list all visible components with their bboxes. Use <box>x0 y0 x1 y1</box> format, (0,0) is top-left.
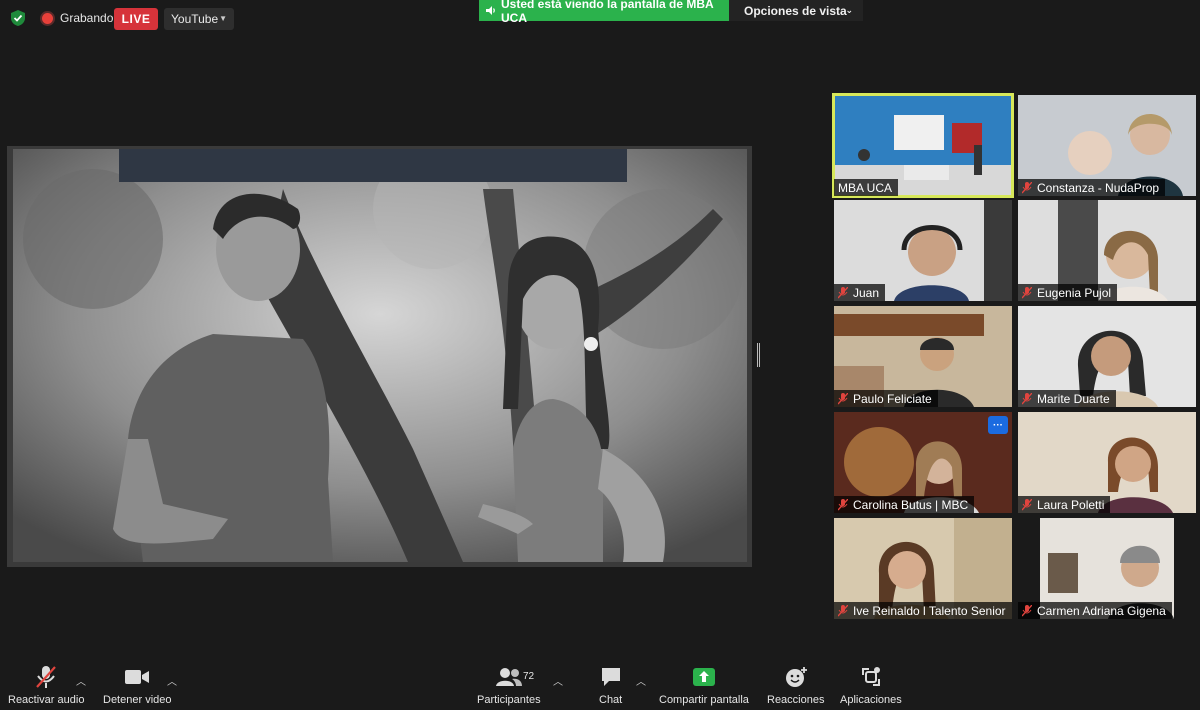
participant-tile[interactable]: Paulo Feliciate <box>834 306 1012 407</box>
participant-name-label: Paulo Feliciate <box>834 390 938 407</box>
shared-photo <box>13 149 747 562</box>
reactions-icon <box>785 667 807 687</box>
reactions-button[interactable]: Reacciones <box>767 665 824 706</box>
viewing-screen-banner: Usted está viendo la pantalla de MBA UCA <box>479 0 729 25</box>
participant-name-label: Marite Duarte <box>1018 390 1116 407</box>
participant-tile[interactable]: Marite Duarte <box>1018 306 1196 407</box>
participant-name-label: Juan <box>834 284 886 301</box>
mic-muted-icon <box>1022 286 1032 298</box>
viewing-banner-text: Usted está viendo la pantalla de MBA UCA <box>501 0 714 25</box>
record-icon <box>42 13 53 24</box>
stop-video-label: Detener video <box>103 694 172 706</box>
participant-tile[interactable]: Ive Reinaldo l Talento Senior <box>834 518 1012 619</box>
chevron-up-icon[interactable]: ︿ <box>636 673 646 688</box>
mic-muted-icon <box>838 498 848 510</box>
participant-count: 72 <box>523 671 535 682</box>
chevron-up-icon[interactable]: ︿ <box>167 673 177 688</box>
mic-muted-icon <box>1022 392 1032 404</box>
stop-video-button[interactable]: Detener video <box>103 665 172 706</box>
participant-name-label: Eugenia Pujol <box>1018 284 1118 301</box>
stream-target-dropdown[interactable]: YouTube ▼ <box>164 8 234 30</box>
chevron-down-icon: ⌄ <box>845 5 853 15</box>
chat-icon <box>601 668 620 686</box>
participant-name-label: Ive Reinaldo l Talento Senior <box>834 602 1012 619</box>
participant-name-label: Constanza - NudaProp <box>1018 179 1166 196</box>
participant-tile[interactable]: Carmen Adriana Gigena <box>1018 518 1196 619</box>
apps-icon <box>861 667 880 686</box>
mic-muted-icon <box>838 392 848 404</box>
participant-name-label: MBA UCA <box>834 179 899 196</box>
reactions-label: Reacciones <box>767 694 825 706</box>
stream-target-label: YouTube <box>171 12 219 26</box>
unmute-label: Reactivar audio <box>8 694 85 706</box>
participants-icon <box>495 668 522 686</box>
participant-tile[interactable]: Juan <box>834 200 1012 301</box>
participant-tile[interactable]: Eugenia Pujol <box>1018 200 1196 301</box>
resize-handle[interactable] <box>757 343 760 367</box>
chevron-up-icon[interactable]: ︿ <box>553 673 563 688</box>
mic-muted-icon <box>36 666 57 688</box>
chat-button[interactable]: Chat <box>599 665 622 706</box>
participant-tile[interactable]: Laura Poletti <box>1018 412 1196 513</box>
unmute-button[interactable]: Reactivar audio <box>8 665 84 706</box>
chevron-up-icon[interactable]: ︿ <box>76 673 86 688</box>
mic-muted-icon <box>838 286 848 298</box>
chat-label: Chat <box>599 694 623 706</box>
chevron-down-icon: ▼ <box>219 14 227 23</box>
mic-muted-icon <box>1022 498 1032 510</box>
share-screen-label: Compartir pantalla <box>659 694 749 706</box>
security-shield-icon[interactable] <box>9 9 27 27</box>
apps-button[interactable]: Aplicaciones <box>840 665 902 706</box>
video-camera-icon <box>125 670 150 684</box>
apps-label: Aplicaciones <box>840 694 902 706</box>
participant-name-label: Laura Poletti <box>1018 496 1111 513</box>
share-screen-icon <box>692 668 715 686</box>
participant-tile[interactable]: ··· Carolina Butus | MBC <box>834 412 1012 513</box>
recording-status[interactable]: Grabando <box>60 11 113 25</box>
participant-name-label: Carolina Butus | MBC <box>834 496 975 513</box>
participant-name-label: Carmen Adriana Gigena <box>1018 602 1172 619</box>
mic-muted-icon <box>838 604 848 616</box>
participants-label: Participantes <box>477 694 541 706</box>
participant-tile[interactable]: Constanza - NudaProp <box>1018 95 1196 196</box>
live-badge[interactable]: LIVE <box>114 8 158 30</box>
shared-screen <box>7 146 752 567</box>
mic-muted-icon <box>1022 604 1032 616</box>
view-options-button[interactable]: Opciones de vista ⌄ <box>729 0 863 21</box>
participant-tile[interactable]: MBA UCA <box>832 93 1014 198</box>
share-screen-button[interactable]: Compartir pantalla <box>659 665 749 706</box>
mic-muted-icon <box>1022 181 1032 193</box>
more-options-button[interactable]: ··· <box>988 416 1008 434</box>
speaker-icon <box>486 6 495 15</box>
view-options-label: Opciones de vista <box>744 3 847 18</box>
